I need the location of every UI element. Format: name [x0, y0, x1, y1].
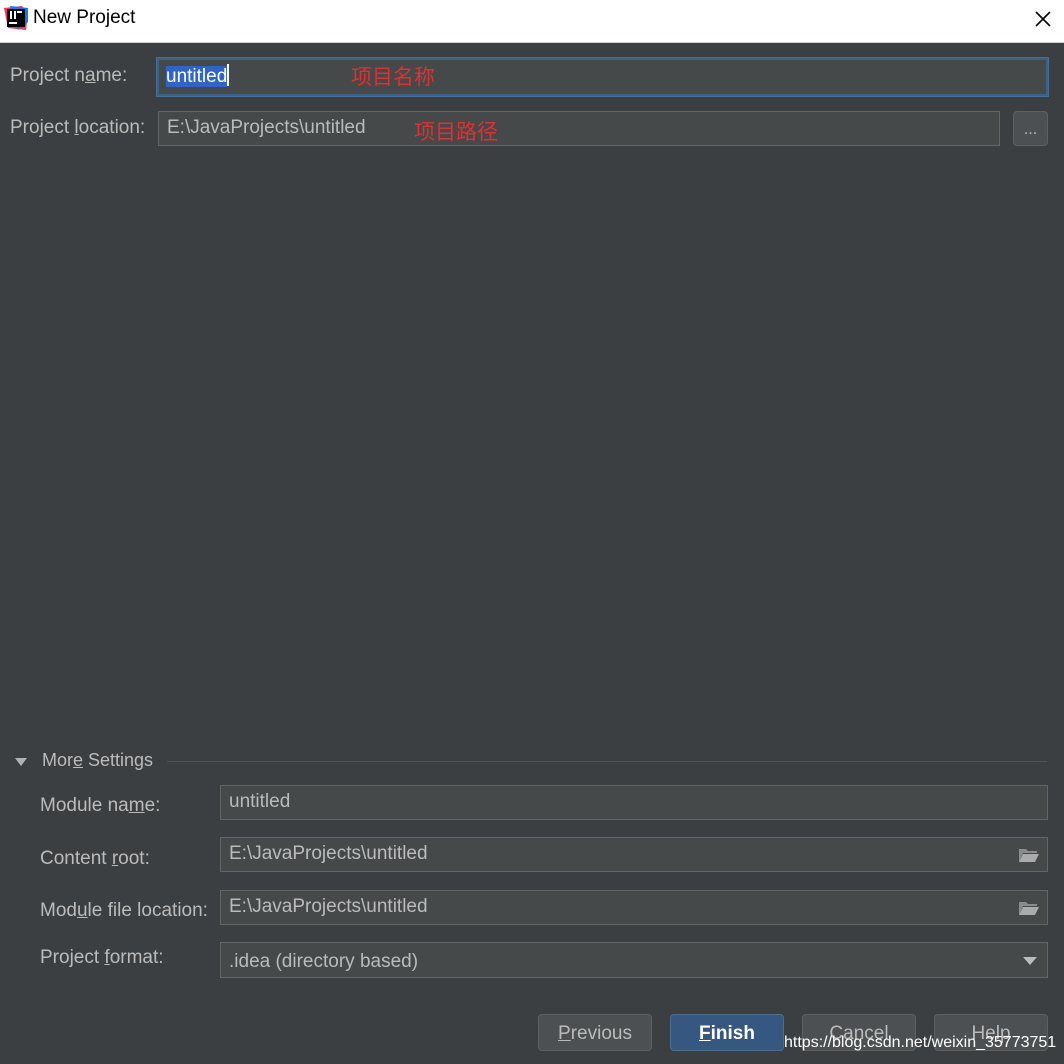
text-caret — [227, 64, 230, 86]
more-settings-label: More Settings — [42, 750, 154, 770]
project-location-label: Project location: — [10, 117, 146, 138]
project-format-value: .idea (directory based) — [229, 951, 419, 972]
folder-open-icon[interactable] — [1018, 900, 1040, 916]
chevron-down-icon — [1023, 957, 1037, 965]
project-location-value: E:\JavaProjects\untitled — [167, 117, 366, 138]
section-divider — [167, 761, 1047, 762]
project-name-label: Project name: — [10, 65, 128, 86]
module-file-location-value: E:\JavaProjects\untitled — [229, 896, 428, 917]
finish-button[interactable]: Finish — [670, 1014, 784, 1051]
module-name-input[interactable]: untitled — [220, 785, 1048, 820]
watermark-url: https://blog.csdn.net/weixin_35773751 — [784, 1034, 1057, 1051]
project-name-input[interactable]: untitled — [157, 58, 1048, 96]
intellij-idea-icon — [4, 6, 28, 30]
triangle-down-icon — [15, 758, 27, 766]
module-file-location-input[interactable]: E:\JavaProjects\untitled — [220, 890, 1048, 925]
content-root-input[interactable]: E:\JavaProjects\untitled — [220, 837, 1048, 872]
previous-button[interactable]: Previous — [538, 1014, 652, 1051]
project-format-select[interactable]: .idea (directory based) — [220, 942, 1048, 978]
project-format-label: Project format: — [40, 947, 164, 968]
module-file-location-label: Module file location: — [40, 900, 208, 921]
title-bar: New Project — [0, 0, 1064, 43]
module-name-value: untitled — [229, 791, 291, 812]
content-root-value: E:\JavaProjects\untitled — [229, 843, 428, 864]
project-name-annotation: 项目名称 — [351, 65, 435, 89]
project-location-input[interactable]: E:\JavaProjects\untitled — [158, 111, 1000, 146]
project-name-value: untitled — [166, 66, 228, 87]
close-icon[interactable] — [1028, 4, 1058, 34]
project-location-annotation: 项目路径 — [414, 120, 498, 144]
browse-location-button[interactable]: ... — [1013, 111, 1048, 146]
module-name-label: Module name: — [40, 795, 161, 816]
window-title: New Project — [33, 7, 136, 28]
folder-open-icon[interactable] — [1018, 847, 1040, 863]
content-root-label: Content root: — [40, 848, 150, 869]
